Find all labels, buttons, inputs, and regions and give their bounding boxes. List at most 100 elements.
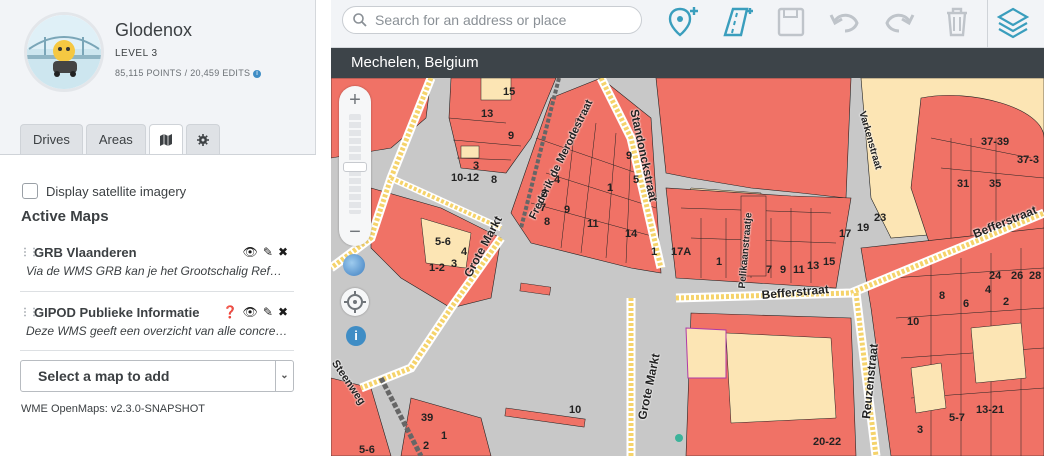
undo-icon[interactable]: [827, 5, 863, 39]
house-number: 8: [491, 174, 498, 186]
house-number: 13: [807, 260, 820, 272]
house-number: 23: [874, 212, 887, 224]
drag-handle-icon[interactable]: ⋮⋮: [20, 247, 39, 258]
layers-icon[interactable]: [995, 5, 1031, 39]
street-view-icon[interactable]: [343, 254, 365, 276]
house-number: 37-39: [981, 136, 1010, 148]
select-value: Select a map to add: [38, 368, 170, 384]
info-icon[interactable]: i: [253, 69, 262, 78]
house-number: 9: [508, 130, 515, 142]
add-map-select[interactable]: Select a map to add ⌄: [20, 360, 294, 392]
search-placeholder: Search for an address or place: [375, 12, 567, 28]
house-number: 24: [989, 270, 1002, 282]
toolbar-divider: [987, 0, 988, 48]
pencil-icon[interactable]: ✎: [263, 305, 273, 319]
house-number: 4: [554, 174, 561, 186]
house-number: 3: [451, 258, 458, 270]
drag-handle-icon[interactable]: ⋮⋮: [20, 307, 39, 318]
city-bar: Mechelen, Belgium: [331, 48, 1044, 78]
geolocate-button[interactable]: [341, 288, 369, 316]
add-road-icon[interactable]: [719, 5, 755, 39]
user-level: LEVEL 3: [115, 48, 158, 59]
close-icon[interactable]: ✖: [278, 305, 288, 319]
house-number: 28: [1029, 270, 1042, 282]
tab-drives[interactable]: Drives: [20, 124, 83, 155]
map-item: ⋮⋮ GIPOD Publieke Informatie ❓ 👁 ✎ ✖ Dez…: [20, 305, 294, 338]
question-icon[interactable]: ❓: [223, 305, 238, 319]
map-item-actions: 👁 ✎ ✖: [243, 245, 288, 259]
house-number: 7: [540, 202, 547, 214]
edits-count: 20,459 EDITS: [190, 68, 251, 78]
points-count: 85,115 POINTS: [115, 68, 182, 78]
tab-areas[interactable]: Areas: [85, 124, 146, 155]
map-item-title: GIPOD Publieke Informatie: [34, 305, 200, 320]
user-stats: 85,115 POINTS / 20,459 EDITS i: [115, 68, 262, 78]
zoom-out-button[interactable]: −: [339, 220, 371, 244]
crosshair-icon: [344, 291, 366, 313]
avatar[interactable]: [24, 12, 104, 92]
house-number: 7: [766, 264, 773, 276]
house-number: 37-3: [1017, 154, 1040, 166]
divider: [20, 350, 294, 351]
house-number: 1: [607, 182, 614, 194]
map-item-actions: ❓ 👁 ✎ ✖: [223, 305, 288, 319]
house-number: 14: [625, 228, 638, 240]
house-number: 6: [963, 298, 970, 310]
save-icon[interactable]: [773, 5, 809, 39]
house-number: 8: [544, 216, 551, 228]
house-number: 4: [985, 284, 992, 296]
house-number: 2: [1003, 296, 1010, 308]
house-number: 31: [957, 178, 970, 190]
house-number: 35: [989, 178, 1002, 190]
version-label: WME OpenMaps: v2.3.0-SNAPSHOT: [21, 403, 205, 415]
map-item-description: Deze WMS geeft een overzicht van alle co…: [26, 324, 288, 338]
info-icon[interactable]: i: [346, 326, 366, 346]
gear-icon: [196, 134, 209, 146]
map-item-title: GRB Vlaanderen: [34, 245, 137, 260]
house-number: 5-6: [435, 236, 451, 248]
zoom-in-button[interactable]: +: [339, 88, 371, 112]
house-number: 11: [587, 218, 599, 230]
house-number: 26: [1011, 270, 1024, 282]
add-place-icon[interactable]: [665, 5, 701, 39]
house-number: 5-7: [949, 412, 965, 424]
house-number: 1: [651, 246, 658, 258]
map-icon: [159, 134, 172, 146]
house-number: 13-21: [976, 404, 1005, 416]
chevron-down-icon[interactable]: ⌄: [275, 361, 293, 391]
house-number: 19: [857, 222, 870, 234]
satellite-toggle[interactable]: Display satellite imagery: [22, 183, 186, 199]
redo-icon[interactable]: [881, 5, 917, 39]
house-number: 1: [716, 256, 723, 268]
eye-icon[interactable]: 👁: [243, 305, 258, 319]
search-icon: [353, 13, 367, 27]
house-number: 15: [823, 256, 836, 268]
house-number: 3: [473, 160, 480, 172]
sidebar-tabs: Drives Areas: [20, 124, 223, 156]
house-number: 10: [907, 316, 920, 328]
map-canvas[interactable]: Grote Markt Grote Markt Frederik de Mero…: [331, 78, 1044, 456]
username: Glodenox: [115, 20, 193, 40]
pencil-icon[interactable]: ✎: [263, 245, 273, 259]
house-number: 20-22: [813, 436, 842, 448]
house-number: 2: [423, 440, 430, 452]
zoom-slider-handle[interactable]: [343, 162, 367, 172]
trash-icon[interactable]: [939, 5, 975, 39]
house-number: 39: [421, 412, 434, 424]
house-number: 13: [481, 108, 494, 120]
sidebar: Glodenox LEVEL 3 85,115 POINTS / 20,459 …: [0, 0, 316, 456]
tab-settings[interactable]: [185, 124, 220, 155]
house-number: 1-2: [429, 262, 445, 274]
search-input[interactable]: Search for an address or place: [342, 6, 642, 34]
house-number: 10: [569, 404, 582, 416]
top-toolbar: Search for an address or place: [331, 0, 1044, 48]
user-profile: Glodenox LEVEL 3 85,115 POINTS / 20,459 …: [0, 0, 316, 120]
close-icon[interactable]: ✖: [278, 245, 288, 259]
house-number: 9: [626, 150, 633, 162]
house-number: 1: [441, 430, 448, 442]
house-number: 2: [541, 188, 548, 200]
eye-icon[interactable]: 👁: [243, 245, 258, 259]
house-number: 8: [939, 290, 946, 302]
satellite-checkbox[interactable]: [22, 183, 38, 199]
tab-openmaps[interactable]: [148, 124, 183, 156]
